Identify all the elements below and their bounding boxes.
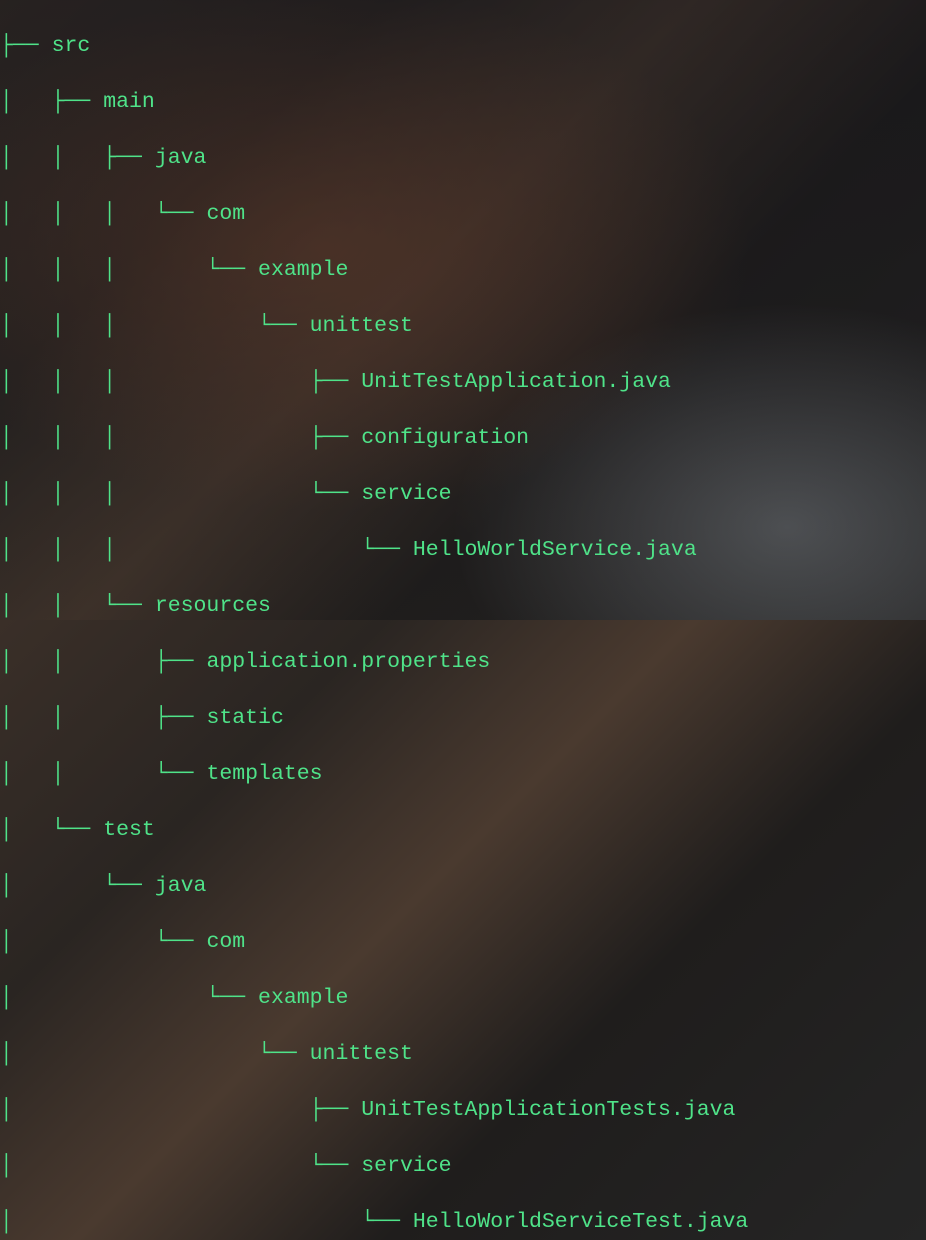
tree-node-name: unittest [310, 314, 413, 338]
tree-prefix: │ │ │ └── [0, 482, 361, 506]
tree-node-name: main [103, 90, 155, 114]
tree-line: │ ├── main [0, 88, 926, 116]
tree-prefix: │ │ │ └── [0, 258, 258, 282]
tree-line: │ │ │ └── com [0, 200, 926, 228]
tree-line: │ │ │ ├── configuration [0, 424, 926, 452]
tree-node-name: src [52, 34, 91, 58]
tree-line: │ └── unittest [0, 1040, 926, 1068]
tree-node-name: com [206, 930, 245, 954]
tree-prefix: │ │ │ └── [0, 202, 206, 226]
tree-line: │ │ └── resources [0, 592, 926, 620]
tree-line: │ └── com [0, 928, 926, 956]
tree-line: ├── src [0, 32, 926, 60]
tree-node-name: unittest [310, 1042, 413, 1066]
tree-node-name: service [361, 482, 451, 506]
tree-node-name: example [258, 986, 348, 1010]
tree-line: │ └── service [0, 1152, 926, 1180]
tree-node-name: HelloWorldServiceTest.java [413, 1210, 748, 1234]
tree-node-name: configuration [361, 426, 529, 450]
tree-line: │ └── HelloWorldServiceTest.java [0, 1208, 926, 1236]
tree-node-name: java [155, 874, 207, 898]
tree-prefix: │ │ │ ├── [0, 370, 361, 394]
tree-prefix: │ ├── [0, 90, 103, 114]
tree-node-name: test [103, 818, 155, 842]
tree-node-name: service [361, 1154, 451, 1178]
tree-node-name: example [258, 258, 348, 282]
tree-line: │ │ │ └── HelloWorldService.java [0, 536, 926, 564]
tree-line: │ │ ├── java [0, 144, 926, 172]
terminal-output: ├── src │ ├── main │ │ ├── java │ │ │ └─… [0, 0, 926, 1240]
tree-prefix: │ │ ├── [0, 706, 206, 730]
tree-node-name: UnitTestApplication.java [361, 370, 671, 394]
tree-prefix: │ ├── [0, 1098, 361, 1122]
tree-node-name: java [155, 146, 207, 170]
tree-prefix: │ └── [0, 818, 103, 842]
tree-prefix: │ │ ├── [0, 146, 155, 170]
tree-node-name: HelloWorldService.java [413, 538, 697, 562]
tree-prefix: ├── [0, 34, 52, 58]
tree-line: │ └── java [0, 872, 926, 900]
tree-node-name: resources [155, 594, 271, 618]
tree-line: │ │ │ └── service [0, 480, 926, 508]
tree-node-name: static [206, 706, 283, 730]
tree-prefix: │ │ │ ├── [0, 426, 361, 450]
tree-prefix: │ └── [0, 874, 155, 898]
tree-node-name: UnitTestApplicationTests.java [361, 1098, 735, 1122]
tree-line: │ ├── UnitTestApplicationTests.java [0, 1096, 926, 1124]
tree-prefix: │ │ │ └── [0, 314, 310, 338]
tree-prefix: │ │ ├── [0, 650, 206, 674]
tree-prefix: │ │ └── [0, 594, 155, 618]
tree-prefix: │ │ └── [0, 762, 206, 786]
tree-prefix: │ │ │ └── [0, 538, 413, 562]
tree-node-name: com [206, 202, 245, 226]
tree-line: │ │ ├── static [0, 704, 926, 732]
tree-line: │ └── example [0, 984, 926, 1012]
tree-node-name: application.properties [206, 650, 490, 674]
tree-line: │ │ │ ├── UnitTestApplication.java [0, 368, 926, 396]
tree-line: │ │ └── templates [0, 760, 926, 788]
tree-line: │ └── test [0, 816, 926, 844]
tree-prefix: │ └── [0, 1210, 413, 1234]
tree-prefix: │ └── [0, 1154, 361, 1178]
tree-prefix: │ └── [0, 1042, 310, 1066]
tree-node-name: templates [206, 762, 322, 786]
tree-line: │ │ ├── application.properties [0, 648, 926, 676]
tree-line: │ │ │ └── unittest [0, 312, 926, 340]
tree-prefix: │ └── [0, 930, 206, 954]
tree-line: │ │ │ └── example [0, 256, 926, 284]
tree-prefix: │ └── [0, 986, 258, 1010]
